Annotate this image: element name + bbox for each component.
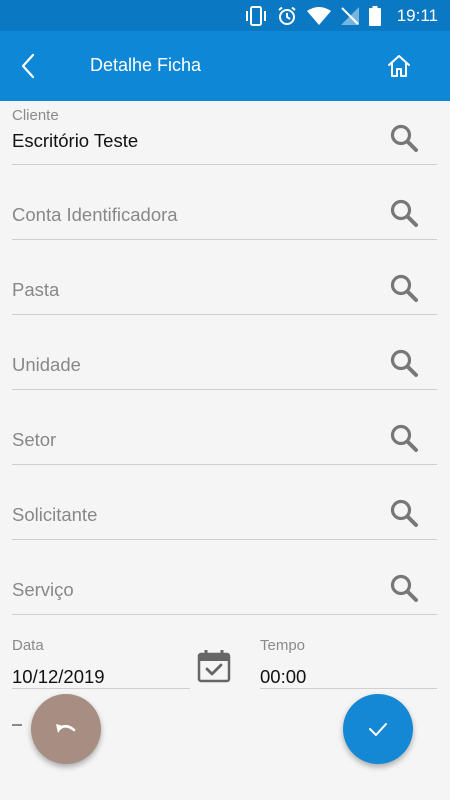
partial-field-marker [12,724,22,726]
cliente-value: Escritório Teste [12,130,139,151]
calendar-check-icon[interactable] [196,648,232,684]
search-icon[interactable] [389,198,419,228]
tempo-field[interactable]: Tempo 00:00 [260,625,437,689]
undo-icon [56,724,76,733]
data-label: Data [12,637,44,654]
search-icon[interactable] [389,273,419,303]
search-icon[interactable] [389,498,419,528]
setor-field[interactable]: Setor [12,401,437,465]
conta-identificadora-placeholder: Conta Identificadora [12,204,178,225]
search-icon[interactable] [389,423,419,453]
pasta-placeholder: Pasta [12,279,60,300]
status-icons: 19:11 [245,5,438,27]
data-field[interactable]: Data 10/12/2019 [12,625,190,689]
pasta-field[interactable]: Pasta [12,251,437,315]
battery-icon [368,6,381,26]
confirm-button[interactable] [343,694,413,764]
cliente-field[interactable]: Cliente Escritório Teste [12,101,437,165]
cliente-label: Cliente [12,107,59,124]
status-bar: 19:11 [0,0,450,31]
page-title: Detalhe Ficha [90,55,202,75]
unidade-field[interactable]: Unidade [12,326,437,390]
setor-placeholder: Setor [12,429,57,450]
back-button[interactable] [12,49,44,83]
data-value: 10/12/2019 [12,666,105,687]
app-bar: Detalhe Ficha [0,31,450,101]
search-icon[interactable] [389,123,419,153]
solicitante-placeholder: Solicitante [12,504,98,525]
search-icon[interactable] [389,573,419,603]
alarm-icon [278,6,296,25]
conta-identificadora-field[interactable]: Conta Identificadora [12,176,437,240]
search-icon[interactable] [389,348,419,378]
wifi-icon [306,7,331,25]
status-time: 19:11 [396,6,438,25]
vibrate-icon [245,6,266,26]
tempo-label: Tempo [260,637,306,654]
home-button[interactable] [382,49,416,83]
home-icon [388,55,410,77]
unidade-placeholder: Unidade [12,354,81,375]
chevron-left-icon [21,53,35,79]
no-signal-icon [340,7,359,25]
check-icon [369,723,387,736]
tempo-value: 00:00 [260,666,307,687]
servico-field[interactable]: Serviço [12,551,437,615]
undo-button[interactable] [31,694,101,764]
solicitante-field[interactable]: Solicitante [12,476,437,540]
servico-placeholder: Serviço [12,579,74,600]
